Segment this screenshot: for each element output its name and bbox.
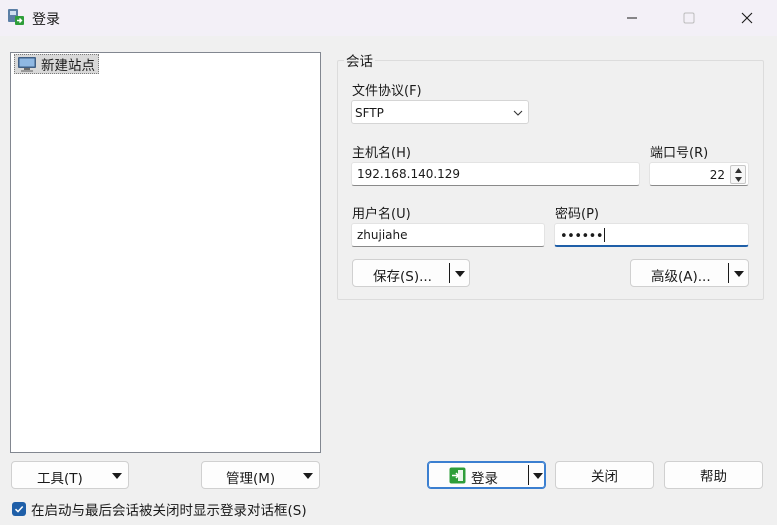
site-tree[interactable]: 新建站点	[10, 52, 321, 453]
close-button[interactable]: 关闭	[555, 461, 654, 489]
user-input[interactable]	[351, 223, 545, 247]
protocol-select[interactable]: SFTP	[351, 100, 529, 124]
save-button[interactable]: 保存(S)...	[352, 259, 470, 287]
port-spinner[interactable]: 22	[649, 162, 749, 186]
login-label: 登录	[471, 471, 498, 487]
button-divider	[449, 263, 450, 283]
login-button[interactable]: 登录	[427, 461, 546, 489]
dropdown-arrow-icon	[533, 473, 543, 479]
button-divider	[728, 263, 729, 283]
close-label: 关闭	[591, 469, 618, 485]
manage-button[interactable]: 管理(M)	[201, 461, 320, 489]
checkmark-icon	[14, 505, 24, 513]
dropdown-arrow-icon	[303, 473, 313, 479]
minimize-button[interactable]	[609, 0, 655, 36]
password-value: ••••••	[560, 229, 604, 244]
dropdown-arrow-icon	[112, 473, 122, 479]
button-divider	[528, 465, 529, 485]
help-button[interactable]: 帮助	[664, 461, 763, 489]
port-spin-arrows[interactable]	[730, 165, 746, 184]
title-bar: 登录	[0, 0, 777, 36]
text-cursor	[604, 228, 606, 242]
minimize-icon	[627, 17, 637, 19]
help-label: 帮助	[700, 469, 727, 485]
host-label: 主机名(H)	[352, 146, 411, 161]
maximize-icon	[683, 12, 695, 24]
port-value: 22	[709, 168, 725, 182]
password-label: 密码(P)	[555, 207, 599, 222]
close-window-button[interactable]	[724, 0, 770, 36]
save-label: 保存(S)...	[373, 269, 432, 285]
user-label: 用户名(U)	[352, 207, 411, 222]
spin-down-icon	[735, 177, 742, 182]
dropdown-arrow-icon	[734, 271, 744, 277]
chevron-down-icon	[513, 110, 523, 116]
advanced-button[interactable]: 高级(A)...	[630, 259, 749, 287]
maximize-button[interactable]	[666, 0, 712, 36]
manage-label: 管理(M)	[226, 471, 276, 487]
computer-icon	[18, 56, 36, 72]
port-label: 端口号(R)	[650, 146, 709, 161]
tools-label: 工具(T)	[37, 471, 83, 487]
protocol-label: 文件协议(F)	[352, 84, 422, 99]
session-group-label: 会话	[344, 50, 375, 70]
password-input[interactable]: ••••••	[554, 223, 749, 247]
winscp-login-icon	[8, 9, 24, 25]
login-icon	[449, 467, 466, 484]
dropdown-arrow-icon	[455, 271, 465, 277]
show-login-dialog-label: 在启动与最后会话被关闭时显示登录对话框(S)	[31, 503, 307, 519]
close-icon	[741, 12, 753, 24]
window-title: 登录	[32, 12, 60, 28]
protocol-value: SFTP	[355, 106, 384, 120]
host-input[interactable]	[351, 162, 640, 186]
tree-item-label: 新建站点	[41, 58, 95, 74]
show-login-dialog-option[interactable]: 在启动与最后会话被关闭时显示登录对话框(S)	[12, 499, 307, 519]
spin-up-icon	[735, 168, 742, 173]
show-login-dialog-checkbox[interactable]	[12, 502, 26, 516]
tools-button[interactable]: 工具(T)	[11, 461, 129, 489]
tree-item-new-site[interactable]: 新建站点	[14, 54, 99, 74]
advanced-label: 高级(A)...	[651, 269, 711, 285]
